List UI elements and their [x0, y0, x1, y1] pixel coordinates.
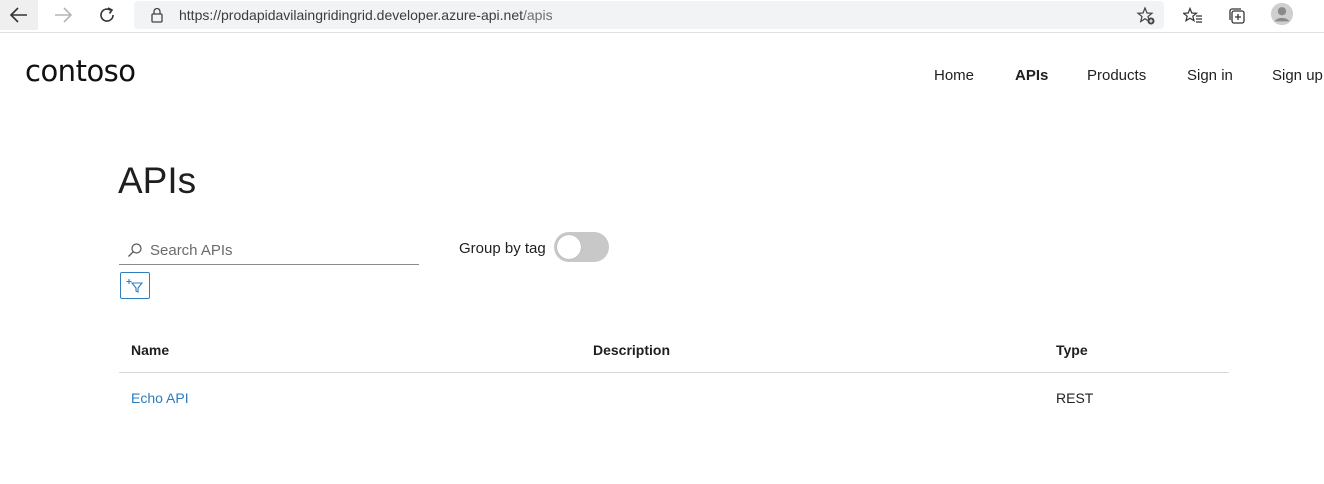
url-host: https://prodapidavilaingridingrid.develo…	[179, 7, 523, 23]
search-input[interactable]	[148, 238, 412, 262]
arrow-left-icon	[10, 7, 27, 23]
url-path: /apis	[523, 7, 553, 23]
search-box	[119, 236, 419, 265]
nav-apis[interactable]: APIs	[1015, 67, 1048, 84]
top-navigation: Home APIs Products Sign in Sign up	[0, 67, 1324, 87]
back-button[interactable]	[0, 0, 38, 30]
browser-toolbar: https://prodapidavilaingridingrid.develo…	[0, 0, 1324, 33]
lock-icon	[150, 7, 164, 28]
column-header-type[interactable]: Type	[1056, 342, 1088, 358]
column-header-name[interactable]: Name	[131, 342, 169, 358]
table-row: Echo API REST	[119, 373, 1229, 419]
column-header-description[interactable]: Description	[593, 342, 670, 358]
refresh-button[interactable]	[88, 0, 126, 30]
nav-sign-up[interactable]: Sign up	[1272, 67, 1323, 84]
apis-table: Name Description Type Echo API REST	[119, 330, 1229, 419]
toggle-knob	[557, 235, 581, 259]
group-by-tag-label: Group by tag	[459, 240, 546, 257]
more-options-icon[interactable]	[1312, 4, 1324, 28]
table-header: Name Description Type	[119, 330, 1229, 373]
filter-button[interactable]	[120, 272, 150, 299]
page-title: APIs	[118, 160, 197, 201]
group-by-tag-toggle[interactable]	[554, 232, 609, 262]
nav-products[interactable]: Products	[1087, 67, 1146, 84]
profile-avatar-icon[interactable]	[1270, 2, 1294, 26]
refresh-icon	[100, 7, 114, 22]
add-favorite-star-icon[interactable]	[1136, 6, 1156, 31]
forward-button[interactable]	[44, 0, 82, 30]
favorites-icon[interactable]	[1181, 4, 1205, 28]
collections-icon[interactable]	[1225, 4, 1249, 28]
nav-sign-in[interactable]: Sign in	[1187, 67, 1233, 84]
address-bar[interactable]: https://prodapidavilaingridingrid.develo…	[134, 1, 1164, 29]
url-text: https://prodapidavilaingridingrid.develo…	[179, 7, 553, 23]
arrow-right-icon	[55, 7, 72, 23]
api-name-link[interactable]: Echo API	[131, 390, 189, 406]
search-icon	[127, 242, 143, 263]
filter-add-icon	[126, 278, 144, 293]
api-type: REST	[1056, 390, 1094, 406]
nav-home[interactable]: Home	[934, 67, 974, 84]
